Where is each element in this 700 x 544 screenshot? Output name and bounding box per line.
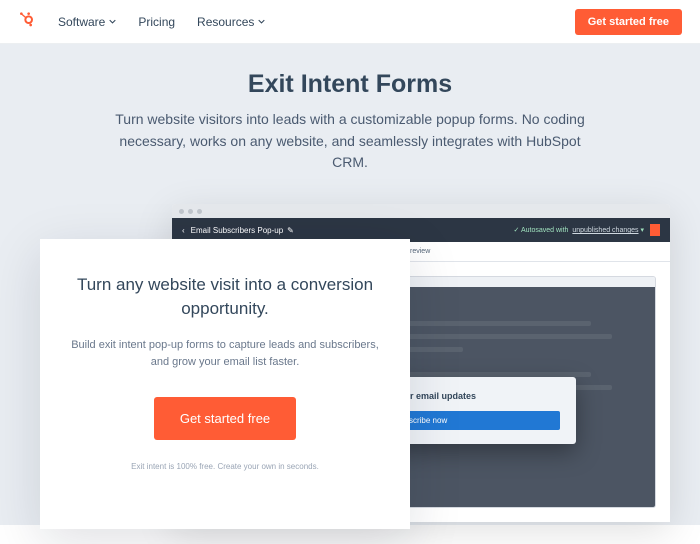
card-footnote: Exit intent is 100% free. Create your ow… <box>70 462 380 471</box>
get-started-button[interactable]: Get started free <box>575 9 682 35</box>
nav-software[interactable]: Software <box>58 15 116 29</box>
top-nav: Software Pricing Resources Get started f… <box>0 0 700 44</box>
page-subtitle: Turn website visitors into leads with a … <box>100 109 600 174</box>
card-cta-button[interactable]: Get started free <box>154 397 296 440</box>
edit-icon: ✎ <box>287 226 294 235</box>
promo-card: Turn any website visit into a conversion… <box>40 239 410 529</box>
mockup-title: Email Subscribers Pop-up <box>191 226 283 235</box>
card-heading: Turn any website visit into a conversion… <box>70 273 380 321</box>
nav-pricing[interactable]: Pricing <box>138 15 175 29</box>
card-body: Build exit intent pop-up forms to captur… <box>70 337 380 371</box>
mockup-window-chrome <box>172 204 670 218</box>
back-icon: ‹ <box>182 226 185 235</box>
page-title: Exit Intent Forms <box>30 70 670 99</box>
autosave-status: ✓ Autosaved with unpublished changes ▾ <box>514 226 645 234</box>
mockup-action-button <box>650 224 660 236</box>
hubspot-logo <box>18 11 34 32</box>
nav-resources[interactable]: Resources <box>197 15 265 29</box>
chevron-down-icon <box>258 18 265 25</box>
hero: Exit Intent Forms Turn website visitors … <box>0 44 700 525</box>
chevron-down-icon <box>109 18 116 25</box>
